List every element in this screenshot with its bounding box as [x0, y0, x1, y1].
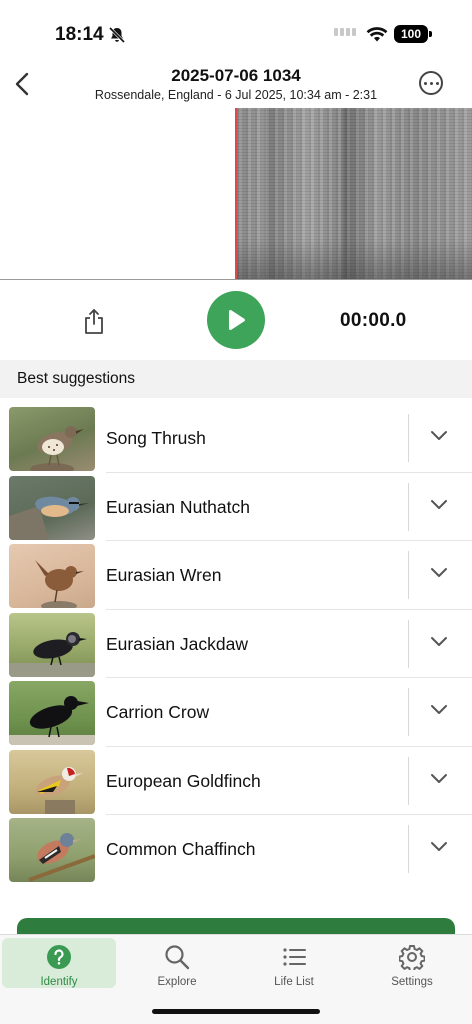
- status-bar: 18:14 100: [0, 0, 472, 60]
- row-divider: [408, 482, 409, 531]
- list-item[interactable]: Eurasian Nuthatch: [0, 473, 472, 541]
- species-name: Common Chaffinch: [106, 839, 256, 859]
- list-icon: [283, 948, 306, 966]
- bird-thumbnail: [9, 612, 95, 677]
- playback-timer: 00:00.0: [340, 310, 407, 331]
- list-item[interactable]: Song Thrush: [0, 404, 472, 473]
- bird-thumbnail: [9, 681, 95, 745]
- more-dot: [435, 81, 439, 85]
- spectrogram[interactable]: [0, 108, 472, 280]
- list-item[interactable]: European Goldfinch: [0, 747, 472, 815]
- section-heading: Best suggestions: [0, 360, 472, 398]
- recording-subtitle: Rossendale, England - 6 Jul 2025, 10:34 …: [94, 88, 378, 102]
- row-divider: [408, 619, 409, 668]
- tab-settings[interactable]: Settings: [355, 938, 469, 988]
- wifi-icon: [366, 27, 388, 42]
- species-name: Song Thrush: [106, 428, 206, 448]
- tab-identify[interactable]: Identify: [2, 938, 116, 988]
- question-circle-icon: [47, 945, 71, 969]
- chevron-down-icon[interactable]: [430, 430, 448, 442]
- chevron-down-icon[interactable]: [430, 499, 448, 511]
- list-item[interactable]: Carrion Crow: [0, 678, 472, 747]
- bird-thumbnail: [9, 544, 95, 608]
- list-item[interactable]: Eurasian Jackdaw: [0, 610, 472, 678]
- home-indicator: [152, 1009, 320, 1014]
- recording-title: 2025-07-06 1034: [171, 66, 301, 85]
- chevron-down-icon[interactable]: [430, 636, 448, 648]
- bird-thumbnail: [9, 749, 95, 814]
- tab-life-list[interactable]: Life List: [237, 938, 351, 988]
- chevron-down-icon[interactable]: [430, 704, 448, 716]
- play-icon: [229, 309, 245, 331]
- tab-label: Life List: [274, 976, 314, 988]
- chevron-down-icon[interactable]: [430, 841, 448, 853]
- bell-muted-icon: [108, 26, 126, 44]
- cellular-signal-icon: [334, 28, 356, 36]
- row-divider: [408, 688, 409, 736]
- tab-label: Settings: [391, 976, 433, 988]
- playhead[interactable]: [235, 108, 237, 279]
- row-divider: [408, 756, 409, 805]
- chevron-down-icon[interactable]: [430, 567, 448, 579]
- species-name: European Goldfinch: [106, 770, 261, 791]
- player-controls: 00:00.0: [0, 281, 472, 361]
- species-name: Carrion Crow: [106, 702, 210, 722]
- search-icon: [165, 945, 190, 970]
- more-dot: [429, 81, 433, 85]
- list-item[interactable]: Common Chaffinch: [0, 815, 472, 884]
- tab-label: Identify: [40, 976, 78, 988]
- share-icon[interactable]: [82, 307, 106, 335]
- more-dot: [423, 81, 427, 85]
- bird-thumbnail: [9, 407, 95, 471]
- species-name: Eurasian Jackdaw: [106, 633, 249, 654]
- species-name: Eurasian Wren: [106, 565, 222, 585]
- status-time: 18:14: [55, 24, 104, 45]
- bird-thumbnail: [9, 818, 95, 882]
- play-button[interactable]: [207, 291, 265, 349]
- row-divider: [408, 414, 409, 462]
- more-options-button[interactable]: [419, 71, 443, 95]
- tab-explore[interactable]: Explore: [120, 938, 234, 988]
- recording-header: 2025-07-06 1034 Rossendale, England - 6 …: [0, 62, 472, 106]
- battery-indicator: 100: [394, 25, 432, 43]
- suggestions-list: Song Thrush Eurasian Nuthatch Eurasian W…: [0, 404, 472, 884]
- list-item[interactable]: Eurasian Wren: [0, 541, 472, 610]
- chevron-down-icon[interactable]: [430, 773, 448, 785]
- bird-thumbnail: [9, 475, 95, 540]
- row-divider: [408, 825, 409, 873]
- row-divider: [408, 551, 409, 599]
- tab-label: Explore: [157, 976, 197, 988]
- spectrogram-image: [237, 108, 472, 279]
- species-name: Eurasian Nuthatch: [106, 496, 250, 517]
- gear-icon: [399, 945, 425, 970]
